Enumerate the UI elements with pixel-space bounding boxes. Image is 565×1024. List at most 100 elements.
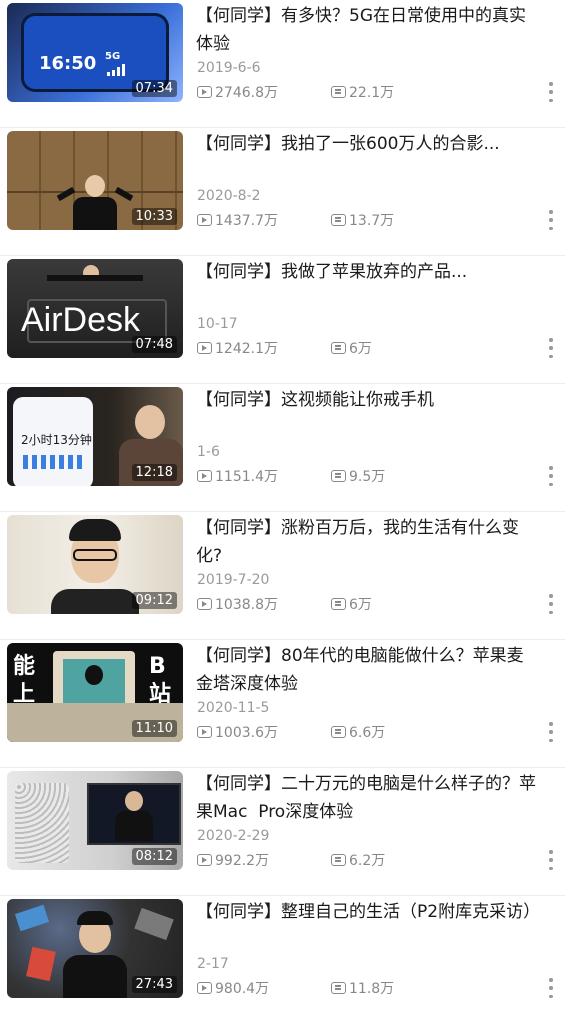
video-thumbnail[interactable]: 10:33: [7, 131, 183, 230]
play-count-value: 980.4万: [215, 981, 270, 997]
video-title[interactable]: 【何同学】这视频能让你戒手机: [196, 386, 536, 414]
upload-date: 2-17: [197, 956, 229, 972]
video-thumbnail[interactable]: 09:12: [7, 515, 183, 614]
danmaku-count-value: 6.6万: [349, 725, 386, 741]
video-title[interactable]: 【何同学】80年代的电脑能做什么？苹果麦金塔深度体验: [196, 642, 536, 698]
danmaku-icon: [331, 726, 346, 738]
video-item[interactable]: 09:12 【何同学】涨粉百万后，我的生活有什么变化? 2019-7-20 10…: [0, 512, 565, 640]
danmaku-icon: [331, 598, 346, 610]
upload-date: 2020-2-29: [197, 828, 270, 844]
play-count: 1437.7万: [197, 210, 278, 230]
play-count-value: 1038.8万: [215, 597, 278, 613]
video-thumbnail[interactable]: 08:12: [7, 771, 183, 870]
play-icon: [197, 470, 212, 482]
play-count: 992.2万: [197, 850, 269, 870]
video-item[interactable]: 能上 B站 11:10 【何同学】80年代的电脑能做什么？苹果麦金塔深度体验 2…: [0, 640, 565, 768]
video-thumbnail[interactable]: 16:50 5G 07:34: [7, 3, 183, 102]
more-options-icon[interactable]: [545, 850, 557, 870]
play-count-value: 1003.6万: [215, 725, 278, 741]
more-options-icon[interactable]: [545, 338, 557, 358]
video-duration: 09:12: [131, 592, 177, 609]
danmaku-count: 6.2万: [331, 850, 385, 870]
video-duration: 12:18: [131, 464, 177, 481]
video-item[interactable]: 2小时13分钟 12:18 【何同学】这视频能让你戒手机 1-6 1151.4万…: [0, 384, 565, 512]
video-item[interactable]: 08:12 【何同学】二十万元的电脑是什么样子的？苹果Mac Pro深度体验 2…: [0, 768, 565, 896]
danmaku-count-value: 22.1万: [349, 85, 395, 101]
video-item[interactable]: 10:33 【何同学】我拍了一张600万人的合影... 2020-8-2 143…: [0, 128, 565, 256]
video-duration: 07:34: [131, 80, 177, 97]
play-count-value: 1242.1万: [215, 341, 278, 357]
video-duration: 07:48: [131, 336, 177, 353]
signal-bars-icon: [107, 61, 129, 76]
danmaku-count: 6万: [331, 594, 372, 614]
play-icon: [197, 726, 212, 738]
video-item[interactable]: 27:43 【何同学】整理自己的生活（P2附库克采访） 2-17 980.4万 …: [0, 896, 565, 1024]
video-duration: 27:43: [131, 976, 177, 993]
more-options-icon[interactable]: [545, 978, 557, 998]
danmaku-icon: [331, 982, 346, 994]
danmaku-icon: [331, 214, 346, 226]
thumbnail-side-right-text: B站: [149, 654, 172, 707]
play-icon: [197, 342, 212, 354]
upload-date: 2019-7-20: [197, 572, 270, 588]
video-title[interactable]: 【何同学】二十万元的电脑是什么样子的？苹果Mac Pro深度体验: [196, 770, 536, 826]
more-options-icon[interactable]: [545, 210, 557, 230]
more-options-icon[interactable]: [545, 594, 557, 614]
video-title[interactable]: 【何同学】我拍了一张600万人的合影...: [196, 130, 536, 158]
danmaku-icon: [331, 86, 346, 98]
upload-date: 2020-11-5: [197, 700, 270, 716]
video-thumbnail[interactable]: AirDesk 07:48: [7, 259, 183, 358]
play-count: 1242.1万: [197, 338, 278, 358]
video-thumbnail[interactable]: 能上 B站 11:10: [7, 643, 183, 742]
play-count: 2746.8万: [197, 82, 278, 102]
play-icon: [197, 854, 212, 866]
upload-date: 2019-6-6: [197, 60, 261, 76]
video-duration: 08:12: [131, 848, 177, 865]
thumbnail-side-left-text: 能上: [13, 654, 36, 707]
video-item[interactable]: AirDesk 07:48 【何同学】我做了苹果放弃的产品... 10-17 1…: [0, 256, 565, 384]
danmaku-icon: [331, 854, 346, 866]
danmaku-count-value: 13.7万: [349, 213, 395, 229]
thumbnail-screentime-text: 2小时13分钟: [21, 433, 92, 447]
thumbnail-clock-text: 16:50: [39, 53, 97, 74]
danmaku-count-value: 6.2万: [349, 853, 386, 869]
play-count-value: 2746.8万: [215, 85, 278, 101]
upload-date: 10-17: [197, 316, 238, 332]
play-count-value: 1151.4万: [215, 469, 278, 485]
play-icon: [197, 214, 212, 226]
more-options-icon[interactable]: [545, 466, 557, 486]
danmaku-icon: [331, 470, 346, 482]
upload-date: 2020-8-2: [197, 188, 261, 204]
video-title[interactable]: 【何同学】我做了苹果放弃的产品...: [196, 258, 536, 286]
play-count-value: 992.2万: [215, 853, 270, 869]
video-thumbnail[interactable]: 2小时13分钟 12:18: [7, 387, 183, 486]
play-icon: [197, 982, 212, 994]
play-count-value: 1437.7万: [215, 213, 278, 229]
play-count: 980.4万: [197, 978, 269, 998]
danmaku-count-value: 11.8万: [349, 981, 395, 997]
danmaku-count: 9.5万: [331, 466, 385, 486]
play-count: 1151.4万: [197, 466, 278, 486]
thumbnail-airdesk-text: AirDesk: [21, 301, 141, 339]
video-duration: 10:33: [131, 208, 177, 225]
danmaku-count: 6万: [331, 338, 372, 358]
more-options-icon[interactable]: [545, 82, 557, 102]
video-duration: 11:10: [131, 720, 177, 737]
video-title[interactable]: 【何同学】涨粉百万后，我的生活有什么变化?: [196, 514, 536, 570]
play-count: 1038.8万: [197, 594, 278, 614]
video-list: 16:50 5G 07:34 【何同学】有多快？5G在日常使用中的真实体验 20…: [0, 0, 565, 1000]
danmaku-count-value: 6万: [349, 341, 372, 357]
danmaku-icon: [331, 342, 346, 354]
video-item[interactable]: 16:50 5G 07:34 【何同学】有多快？5G在日常使用中的真实体验 20…: [0, 0, 565, 128]
play-icon: [197, 86, 212, 98]
video-title[interactable]: 【何同学】整理自己的生活（P2附库克采访）: [196, 898, 540, 926]
danmaku-count: 22.1万: [331, 82, 394, 102]
danmaku-count: 13.7万: [331, 210, 394, 230]
danmaku-count-value: 6万: [349, 597, 372, 613]
play-icon: [197, 598, 212, 610]
video-thumbnail[interactable]: 27:43: [7, 899, 183, 998]
danmaku-count-value: 9.5万: [349, 469, 386, 485]
danmaku-count: 11.8万: [331, 978, 394, 998]
video-title[interactable]: 【何同学】有多快？5G在日常使用中的真实体验: [196, 2, 536, 58]
more-options-icon[interactable]: [545, 722, 557, 742]
